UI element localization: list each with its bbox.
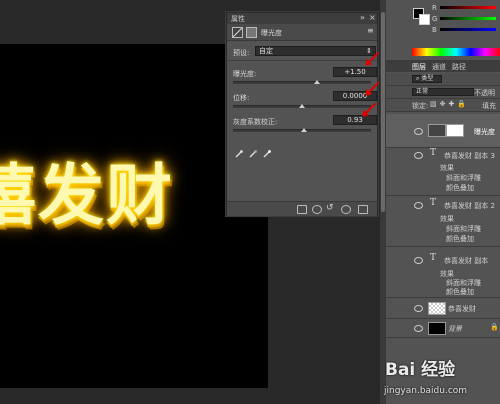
properties-header: 曝光度 ≡ [227, 24, 377, 41]
green-channel-slider[interactable] [440, 17, 496, 20]
trash-icon[interactable] [358, 205, 368, 214]
gamma-label: 灰度系数校正: [233, 118, 278, 126]
divider [227, 60, 377, 61]
layer-filter-row: ⌕ 类型 [386, 73, 500, 86]
eye-icon[interactable] [414, 152, 423, 159]
color-panel: R G B [386, 0, 500, 61]
gray-eyedropper-icon[interactable] [249, 150, 257, 158]
preset-label: 预设: [233, 49, 250, 57]
layer-row[interactable]: T 恭喜发财 副本 2 效果 斜面和浮雕 颜色叠加 [386, 196, 500, 247]
eye-icon[interactable] [414, 325, 423, 332]
layer-mask-thumbnail[interactable] [446, 124, 464, 137]
fill-label: 填充 [482, 102, 496, 110]
effect-item[interactable]: 斜面和浮雕 [446, 173, 481, 183]
eye-icon[interactable] [414, 305, 423, 312]
lock-icons[interactable]: ▧✥✚🔒 [430, 100, 469, 108]
exposure-input[interactable]: +1.50 [333, 67, 377, 77]
properties-panel: 属性 » × 曝光度 ≡ 预设: 自定 ⇕ 曝光度: +1.50 位移: 0.0… [226, 12, 378, 216]
blend-mode-select[interactable]: 正常 [412, 88, 474, 96]
effect-item[interactable]: 颜色叠加 [446, 234, 474, 244]
eye-icon[interactable] [414, 202, 423, 209]
reset-icon[interactable]: ↺ [326, 203, 334, 213]
eye-icon[interactable] [414, 128, 423, 135]
layer-name: 背景 [448, 325, 462, 333]
properties-title: 属性 [231, 15, 245, 23]
effects-label: 效果 [440, 164, 454, 172]
chevron-down-icon: ⇕ [366, 47, 372, 55]
properties-footer: ↺ [227, 201, 377, 216]
watermark-url: jingyan.baidu.com [384, 386, 468, 396]
black-eyedropper-icon[interactable] [235, 150, 243, 158]
exposure-adjustment-icon [232, 27, 243, 38]
adjustment-name: 曝光度 [261, 29, 282, 37]
background-color-swatch[interactable] [419, 14, 430, 25]
exposure-adjustment-icon [428, 124, 446, 137]
search-icon: ⌕ [416, 75, 420, 82]
scrollbar-thumb[interactable] [381, 12, 385, 212]
preset-value: 自定 [259, 47, 273, 55]
exposure-slider-thumb[interactable] [314, 80, 320, 84]
layer-name: 恭喜发财 [448, 305, 476, 313]
green-channel-label: G [432, 15, 438, 23]
eye-icon[interactable] [414, 257, 423, 264]
layer-name: 恭喜发财 副本 [444, 257, 489, 265]
effect-item[interactable]: 颜色叠加 [446, 183, 474, 193]
tab-layers[interactable]: 图层 [412, 62, 426, 72]
layer-row[interactable]: 恭喜发财 [386, 298, 500, 319]
effects-label: 效果 [440, 215, 454, 223]
clip-to-layer-icon[interactable] [297, 205, 307, 214]
blue-channel-slider[interactable] [440, 28, 496, 31]
close-icon[interactable]: × [369, 13, 376, 22]
color-spectrum-bar[interactable] [412, 48, 500, 56]
red-channel-slider[interactable] [440, 6, 496, 9]
layers-tabs: 图层 通道 路径 [386, 61, 500, 72]
canvas-glow-text: 禧发财 [0, 156, 174, 234]
layer-thumbnail [428, 302, 446, 315]
layer-row[interactable]: T 恭喜发财 副本 效果 斜面和浮雕 颜色叠加 [386, 247, 500, 298]
gamma-input[interactable]: 0.93 [333, 115, 377, 125]
blend-row: 正常 不透明度 [386, 86, 500, 107]
layer-name: 恭喜发财 副本 2 [444, 202, 495, 210]
effect-item[interactable]: 斜面和浮雕 [446, 224, 481, 234]
lock-label: 锁定: [412, 102, 429, 110]
layer-name: 曝光度 [474, 128, 495, 136]
right-panels: R G B 图层 通道 路径 ⌕ 类型 正常 不透明度 锁定: ▧✥✚🔒 填充 … [386, 0, 500, 404]
white-eyedropper-icon[interactable] [263, 150, 271, 158]
lock-row: 锁定: ▧✥✚🔒 填充 [386, 99, 500, 112]
kind-filter-select[interactable]: ⌕ 类型 [412, 75, 442, 83]
text-layer-icon: T [430, 253, 437, 263]
baidu-watermark: Bai 经验 [385, 360, 456, 380]
panel-menu-icon[interactable]: ≡ [367, 26, 374, 35]
layer-row[interactable]: 背景 🔒 [386, 319, 500, 338]
preset-select[interactable]: 自定 ⇕ [255, 46, 376, 56]
visibility-eye-icon[interactable] [341, 205, 351, 214]
view-previous-state-icon[interactable] [312, 205, 322, 214]
exposure-label: 曝光度: [233, 70, 257, 78]
collapse-icon[interactable]: » [360, 13, 365, 22]
text-layer-icon: T [430, 148, 437, 158]
properties-titlebar[interactable]: 属性 » × [227, 13, 377, 24]
layer-thumbnail [428, 322, 446, 335]
layer-mask-icon[interactable] [246, 27, 257, 38]
effect-item[interactable]: 颜色叠加 [446, 287, 474, 297]
text-layer-icon: T [430, 198, 437, 208]
blue-channel-label: B [432, 26, 437, 34]
tab-channels[interactable]: 通道 [432, 62, 446, 72]
tab-paths[interactable]: 路径 [452, 62, 466, 72]
layer-row[interactable]: T 恭喜发财 副本 3 效果 斜面和浮雕 颜色叠加 [386, 148, 500, 196]
layer-name: 恭喜发财 副本 3 [444, 152, 495, 160]
offset-slider-thumb[interactable] [299, 104, 305, 108]
offset-label: 位移: [233, 94, 250, 102]
lock-icon: 🔒 [490, 323, 499, 331]
exposure-slider-track[interactable] [233, 81, 371, 84]
red-channel-label: R [432, 4, 437, 12]
gamma-slider-thumb[interactable] [301, 128, 307, 132]
layer-row[interactable]: 曝光度 [386, 114, 500, 148]
